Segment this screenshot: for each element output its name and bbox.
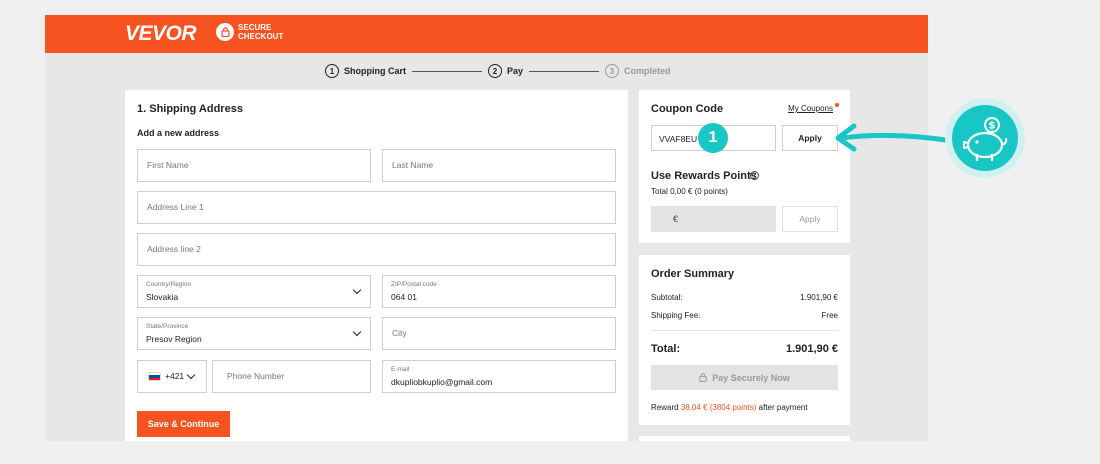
rewards-points-input[interactable]: € bbox=[651, 206, 776, 232]
zip-field[interactable]: ZIP/Postal code 064 01 bbox=[382, 275, 616, 308]
step-connector bbox=[529, 70, 600, 72]
vevor-logo[interactable]: VEVOR bbox=[125, 22, 197, 46]
chevron-down-icon bbox=[186, 370, 196, 380]
address-line-2-placeholder: Address line 2 bbox=[147, 244, 201, 254]
order-summary-card: Order Summary Subtotal: 1.901,90 € Shipp… bbox=[639, 255, 850, 425]
country-label: Country/Region bbox=[146, 281, 192, 288]
step-number: 2 bbox=[488, 64, 502, 78]
rewards-currency: € bbox=[673, 214, 679, 224]
zip-label: ZIP/Postal code bbox=[391, 281, 437, 288]
next-card bbox=[639, 436, 850, 441]
checkout-steps: 1 Shopping Cart 2 Pay 3 Completed bbox=[325, 64, 671, 78]
add-address-subtitle: Add a new address bbox=[137, 128, 220, 138]
lock-icon bbox=[699, 373, 707, 382]
email-field[interactable]: E-mail dkupliobkuplio@gmail.com bbox=[382, 360, 616, 393]
pay-securely-button[interactable]: Pay Securely Now bbox=[651, 365, 838, 390]
save-continue-button[interactable]: Save & Continue bbox=[137, 411, 230, 437]
phone-number-field[interactable]: Phone Number bbox=[212, 360, 371, 393]
country-value: Slovakia bbox=[146, 292, 179, 302]
lock-icon bbox=[216, 23, 234, 41]
step-pay: 2 Pay bbox=[488, 64, 523, 78]
rewards-title: Use Rewards Points bbox=[651, 170, 757, 182]
piggy-bank-circle: $ bbox=[952, 105, 1018, 171]
chevron-down-icon bbox=[352, 327, 362, 337]
total-label: Total: bbox=[651, 343, 681, 355]
coupon-code-value: VVAF8EU bbox=[659, 134, 698, 144]
shipping-address-card: 1. Shipping Address Add a new address Fi… bbox=[125, 90, 628, 441]
reward-suffix: after payment bbox=[758, 403, 808, 412]
slovakia-flag-icon bbox=[148, 372, 161, 381]
notification-dot bbox=[835, 103, 839, 107]
checkout-text: CHECKOUT bbox=[238, 32, 284, 41]
total-value: 1.901,90 € bbox=[786, 343, 838, 355]
step-completed: 3 Completed bbox=[605, 64, 671, 78]
last-name-field[interactable]: Last Name bbox=[382, 149, 616, 182]
checkout-frame: VEVOR SECURE CHECKOUT 1 Shopping Cart 2 … bbox=[45, 15, 928, 441]
pay-label: Pay Securely Now bbox=[712, 372, 790, 383]
email-value: dkupliobkuplio@gmail.com bbox=[391, 377, 493, 387]
address-line-1-placeholder: Address Line 1 bbox=[147, 202, 204, 212]
step-label: Shopping Cart bbox=[344, 66, 406, 76]
secure-checkout-badge: SECURE CHECKOUT bbox=[216, 23, 283, 41]
subtotal-value: 1.901,90 € bbox=[800, 293, 838, 302]
email-label: E-mail bbox=[391, 366, 410, 373]
reward-prefix: Reward bbox=[651, 403, 679, 412]
coin-symbol: $ bbox=[989, 121, 996, 132]
step-number: 3 bbox=[605, 64, 620, 78]
info-icon[interactable]: ? bbox=[750, 171, 759, 180]
my-coupons-link[interactable]: My Coupons bbox=[788, 104, 833, 113]
shipping-fee-value: Free bbox=[821, 311, 838, 320]
step-number: 1 bbox=[325, 64, 339, 78]
secure-text: SECURE bbox=[238, 23, 272, 32]
shipping-fee-label: Shipping Fee: bbox=[651, 311, 701, 320]
summary-divider bbox=[651, 330, 838, 331]
chevron-down-icon bbox=[352, 285, 362, 295]
header-bar: VEVOR SECURE CHECKOUT bbox=[45, 15, 928, 53]
step-label: Completed bbox=[624, 66, 671, 76]
city-field[interactable]: City bbox=[382, 317, 616, 350]
phone-code-value: +421 bbox=[165, 371, 185, 381]
city-placeholder: City bbox=[392, 328, 407, 338]
state-label: State/Province bbox=[146, 323, 189, 330]
apply-points-button[interactable]: Apply bbox=[782, 206, 838, 232]
coupon-title: Coupon Code bbox=[651, 103, 724, 115]
phone-code-select[interactable]: +421 bbox=[137, 360, 207, 393]
step-shopping-cart[interactable]: 1 Shopping Cart bbox=[325, 64, 406, 78]
address-line-2-field[interactable]: Address line 2 bbox=[137, 233, 616, 266]
first-name-field[interactable]: First Name bbox=[137, 149, 371, 182]
order-summary-title: Order Summary bbox=[651, 268, 735, 280]
state-select[interactable]: State/Province Presov Region bbox=[137, 317, 371, 350]
country-select[interactable]: Country/Region Slovakia bbox=[137, 275, 371, 308]
step-label: Pay bbox=[507, 66, 524, 76]
piggy-bank-icon: $ bbox=[963, 117, 1008, 162]
step-connector bbox=[412, 70, 482, 72]
subtotal-label: Subtotal: bbox=[651, 293, 683, 302]
last-name-placeholder: Last Name bbox=[392, 160, 434, 170]
phone-number-placeholder: Phone Number bbox=[227, 371, 285, 381]
first-name-placeholder: First Name bbox=[147, 160, 189, 170]
address-line-1-field[interactable]: Address Line 1 bbox=[137, 191, 616, 224]
state-value: Presov Region bbox=[146, 334, 202, 344]
reward-note: Reward 38,04 € (3804 points) after payme… bbox=[651, 403, 808, 412]
zip-value: 064 01 bbox=[391, 292, 417, 302]
coupon-card: Coupon Code My Coupons VVAF8EU Apply Use… bbox=[639, 90, 850, 243]
shipping-title: 1. Shipping Address bbox=[137, 103, 243, 115]
reward-amount: 38,04 € (3804 points) bbox=[680, 403, 757, 412]
annotation-arrow-icon bbox=[835, 123, 949, 152]
annotation-badge: 1 bbox=[698, 123, 728, 153]
rewards-total: Total 0,00 € (0 points) bbox=[651, 187, 728, 196]
